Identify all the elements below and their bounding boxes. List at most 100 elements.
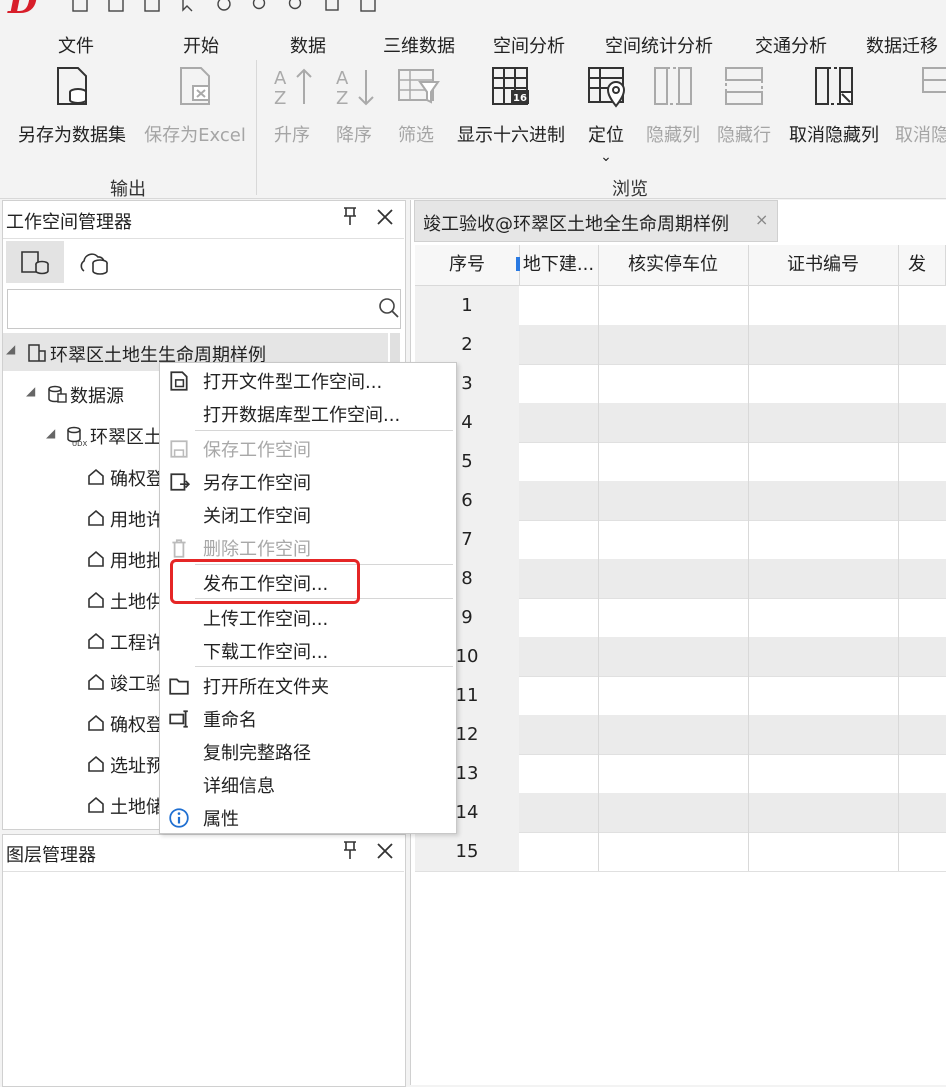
table-cell[interactable] xyxy=(898,637,946,676)
hide-row-button[interactable]: 隐藏行 xyxy=(715,64,773,147)
tree-item-dataset[interactable]: 土地供 xyxy=(110,588,164,614)
expand-arrow-icon[interactable]: ◢ xyxy=(26,384,35,398)
table-row[interactable]: 1 xyxy=(415,286,946,326)
pin-icon[interactable] xyxy=(342,206,358,231)
save-icon[interactable] xyxy=(72,0,88,12)
table-cell[interactable] xyxy=(898,520,946,559)
table-cell[interactable] xyxy=(598,520,749,559)
row-number[interactable]: 2 xyxy=(415,325,519,364)
table-cell[interactable] xyxy=(598,286,749,325)
table-cell[interactable] xyxy=(598,598,749,637)
tab-spatial-statistics[interactable]: 空间统计分析 xyxy=(605,32,713,58)
tab-data[interactable]: 数据 xyxy=(290,32,326,58)
tree-scrollbar[interactable] xyxy=(390,333,400,363)
menu-item-3[interactable]: 另存工作空间 xyxy=(203,469,311,495)
zoom-out-icon[interactable] xyxy=(288,0,304,12)
table-cell[interactable] xyxy=(519,676,599,715)
save-as-dataset-button[interactable]: 另存为数据集 xyxy=(14,64,130,147)
open-icon[interactable] xyxy=(108,0,124,12)
tab-close-icon[interactable]: × xyxy=(755,210,768,229)
sort-descending-button[interactable]: A Z 降序 xyxy=(334,64,374,147)
zoom-in-icon[interactable] xyxy=(252,0,268,12)
expand-arrow-icon[interactable]: ◢ xyxy=(46,426,55,440)
menu-item-4[interactable]: 关闭工作空间 xyxy=(203,502,311,528)
table-row[interactable]: 2 xyxy=(415,325,946,365)
table-row[interactable]: 9 xyxy=(415,598,946,638)
table-cell[interactable] xyxy=(898,715,946,754)
table-cell[interactable] xyxy=(748,559,899,598)
table-cell[interactable] xyxy=(519,481,599,520)
table-row[interactable]: 15 xyxy=(415,832,946,872)
menu-item-5[interactable]: 删除工作空间 xyxy=(203,535,311,561)
table-cell[interactable] xyxy=(748,793,899,832)
tab-traffic-analysis[interactable]: 交通分析 xyxy=(755,32,827,58)
table-row[interactable]: 3 xyxy=(415,364,946,404)
menu-item-7[interactable]: 上传工作空间... xyxy=(203,605,328,631)
tab-spatial-analysis[interactable]: 空间分析 xyxy=(493,32,565,58)
tree-item-dataset[interactable]: 确权登 xyxy=(110,465,164,491)
table-row[interactable]: 4 xyxy=(415,403,946,443)
tree-item-dataset[interactable]: 竣工验 xyxy=(110,670,164,696)
table-cell[interactable] xyxy=(898,754,946,793)
row-number[interactable]: 15 xyxy=(415,832,519,871)
table-cell[interactable] xyxy=(748,481,899,520)
tree-item-dataset[interactable]: 选址预 xyxy=(110,752,164,778)
tab-data-migration[interactable]: 数据迁移 xyxy=(866,32,938,58)
table-row[interactable]: 8 xyxy=(415,559,946,599)
table-row[interactable]: 12 xyxy=(415,715,946,755)
tree-item-dataset[interactable]: 土地储 xyxy=(110,793,164,819)
menu-item-13[interactable]: 属性 xyxy=(203,805,239,831)
tab-3d-data[interactable]: 三维数据 xyxy=(383,32,455,58)
table-cell[interactable] xyxy=(898,286,946,325)
table-cell[interactable] xyxy=(898,676,946,715)
document-tab[interactable]: 竣工验收@环翠区土地全生命周期样例 × xyxy=(414,200,778,242)
tree-item-dataset[interactable]: 工程许 xyxy=(110,629,164,655)
menu-item-0[interactable]: 打开文件型工作空间... xyxy=(203,368,382,394)
tree-item-dataset[interactable]: 用地批 xyxy=(110,547,164,573)
table-cell[interactable] xyxy=(898,325,946,364)
table-cell[interactable] xyxy=(519,325,599,364)
table-cell[interactable] xyxy=(598,754,749,793)
table-cell[interactable] xyxy=(519,559,599,598)
table-cell[interactable] xyxy=(519,442,599,481)
select-icon[interactable] xyxy=(180,0,196,12)
table-cell[interactable] xyxy=(748,637,899,676)
filter-button[interactable]: 筛选 xyxy=(396,64,440,147)
tab-file[interactable]: 文件 xyxy=(58,32,94,58)
online-workspace-tab[interactable] xyxy=(78,249,110,280)
table-cell[interactable] xyxy=(598,325,749,364)
workspace-tab-selected[interactable] xyxy=(6,241,64,283)
export-icon[interactable] xyxy=(144,0,160,12)
table-cell[interactable] xyxy=(519,793,599,832)
table-cell[interactable] xyxy=(519,520,599,559)
menu-item-1[interactable]: 打开数据库型工作空间... xyxy=(203,401,400,427)
table-cell[interactable] xyxy=(519,286,599,325)
search-icon[interactable] xyxy=(378,297,400,324)
chevron-down-icon[interactable]: ⌄ xyxy=(586,149,626,165)
tab-start[interactable]: 开始 xyxy=(183,32,219,58)
table-cell[interactable] xyxy=(748,754,899,793)
table-cell[interactable] xyxy=(898,403,946,442)
table-cell[interactable] xyxy=(898,559,946,598)
table-cell[interactable] xyxy=(598,481,749,520)
close-icon[interactable] xyxy=(376,208,394,231)
menu-item-2[interactable]: 保存工作空间 xyxy=(203,436,311,462)
table-cell[interactable] xyxy=(519,403,599,442)
table-row[interactable]: 10 xyxy=(415,637,946,677)
table-row[interactable]: 13 xyxy=(415,754,946,794)
table-cell[interactable] xyxy=(598,715,749,754)
table-cell[interactable] xyxy=(898,832,946,871)
menu-item-12[interactable]: 详细信息 xyxy=(203,772,275,798)
table-cell[interactable] xyxy=(519,715,599,754)
table-cell[interactable] xyxy=(598,832,749,871)
table-cell[interactable] xyxy=(748,286,899,325)
table-cell[interactable] xyxy=(898,364,946,403)
table-cell[interactable] xyxy=(898,598,946,637)
row-number[interactable]: 1 xyxy=(415,286,519,325)
table-cell[interactable] xyxy=(748,442,899,481)
save-as-excel-button[interactable]: 保存为Excel xyxy=(143,64,247,147)
column-header-underground[interactable]: 地下建... xyxy=(519,245,599,285)
tree-item-datasource[interactable]: 环翠区土 xyxy=(90,423,162,449)
table-cell[interactable] xyxy=(748,676,899,715)
table-cell[interactable] xyxy=(898,793,946,832)
